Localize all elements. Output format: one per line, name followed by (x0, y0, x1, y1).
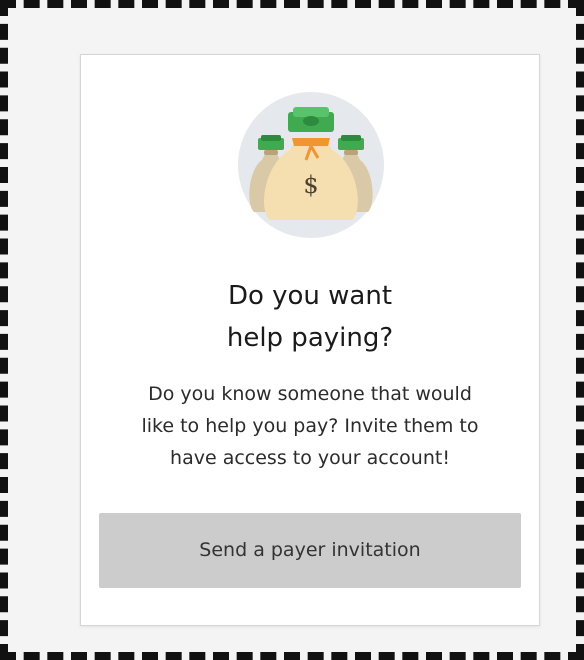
card-description-line3: have access to your account! (170, 447, 450, 469)
card-title-line1: Do you want (227, 281, 393, 311)
money-bags-icon: $ $ $ (238, 92, 384, 238)
dashed-frame: $ $ $ Do you want help paying? Do you kn… (0, 0, 584, 660)
card-description-line2: like to help you pay? Invite them to (141, 415, 479, 437)
help-paying-card: $ $ $ Do you want help paying? Do you kn… (80, 54, 540, 626)
card-title-line2: help paying? (226, 323, 394, 353)
send-payer-invitation-button[interactable]: Send a payer invitation (99, 513, 521, 588)
svg-text:$: $ (303, 171, 318, 199)
card-description-line1: Do you know someone that would (148, 383, 472, 405)
